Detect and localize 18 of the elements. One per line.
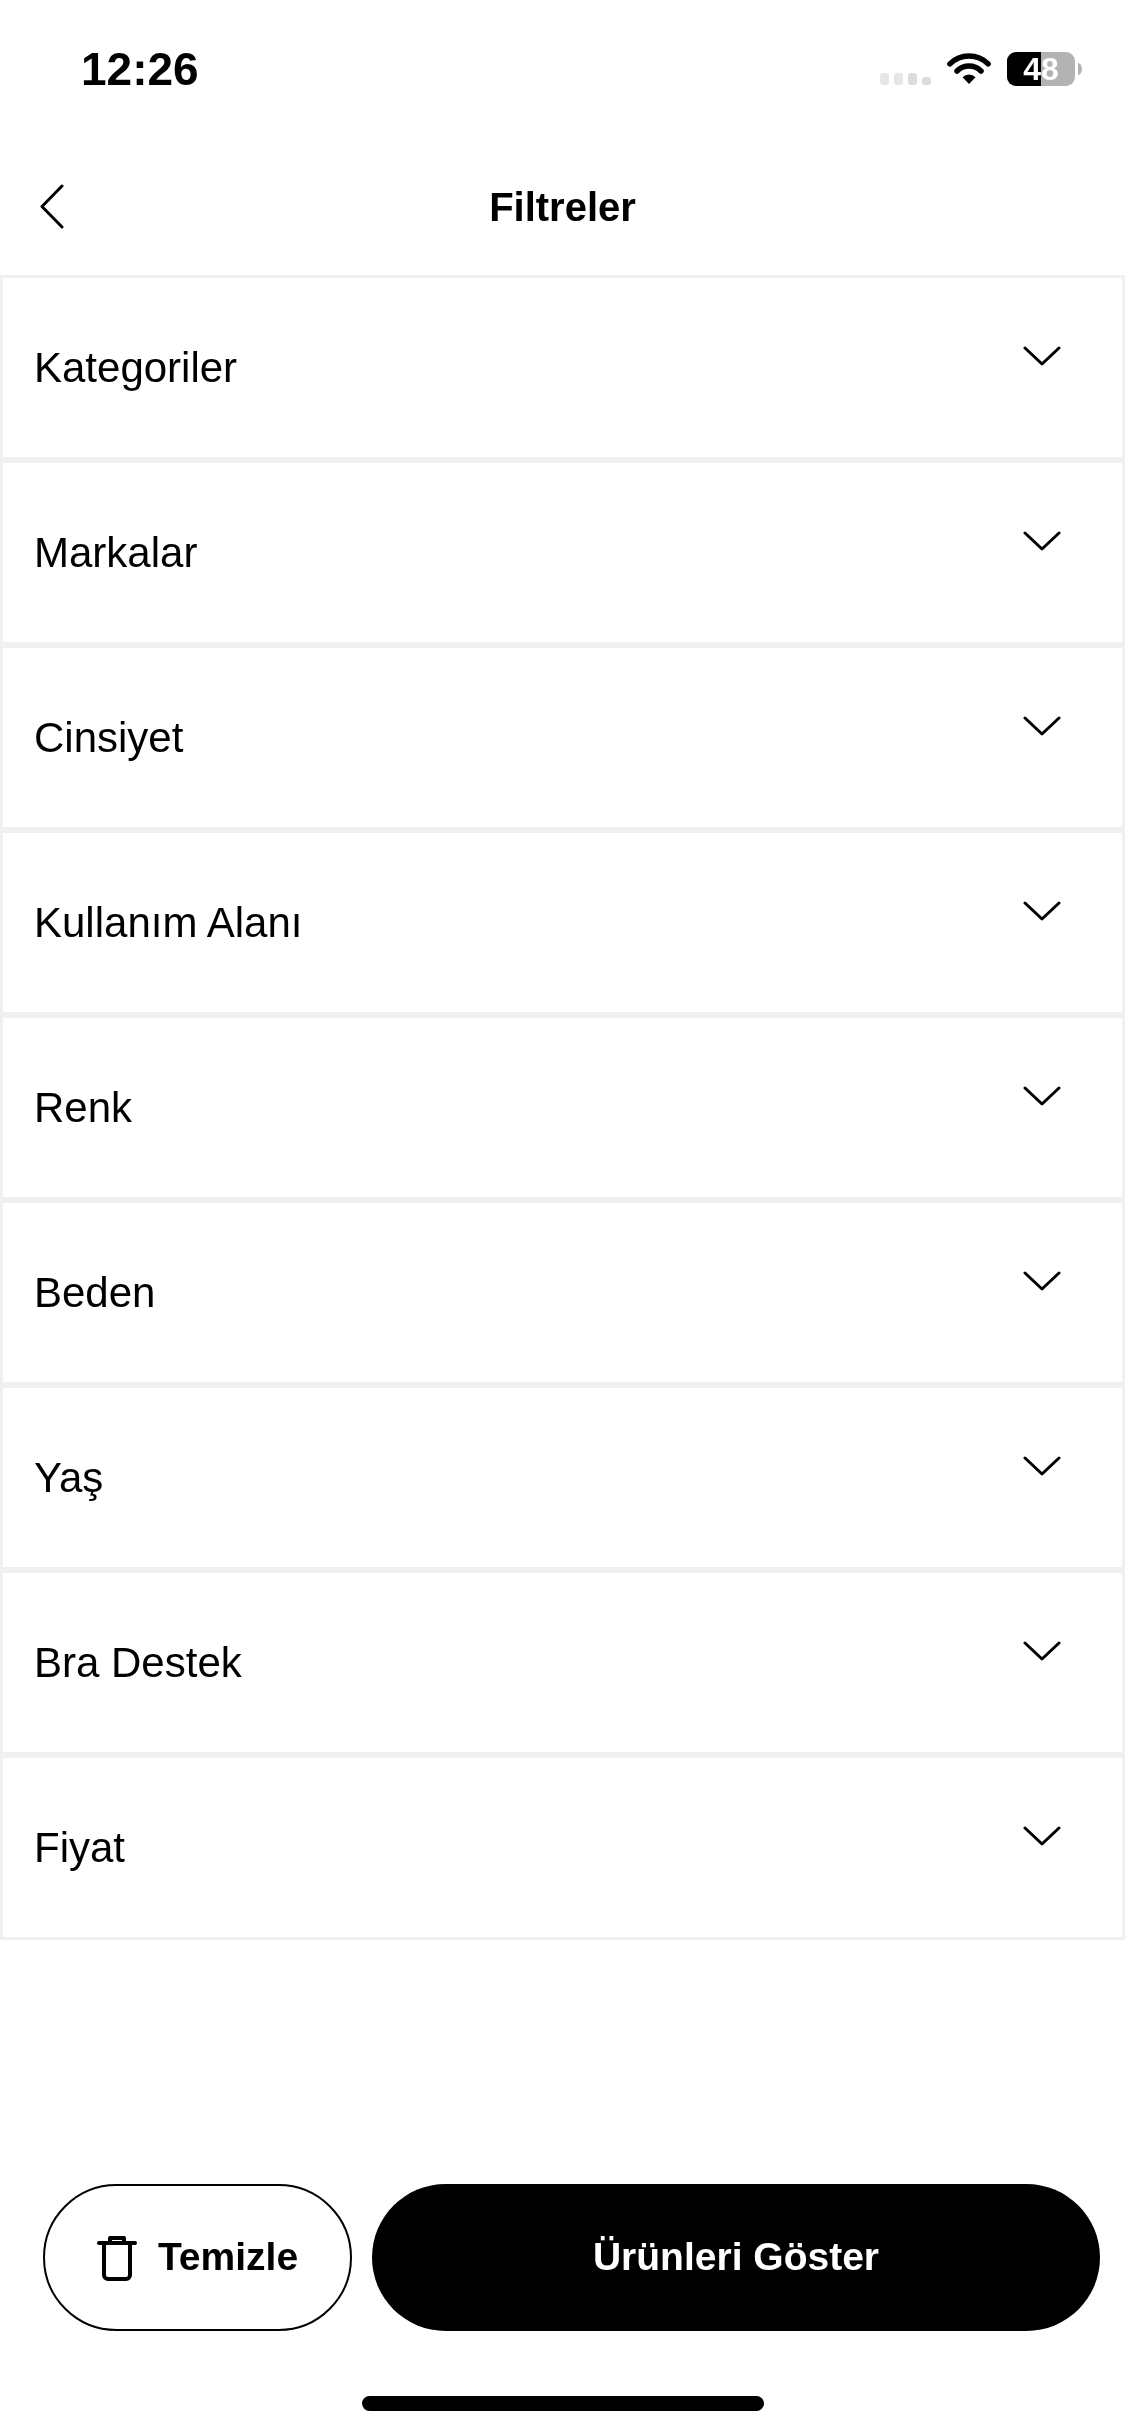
back-button[interactable]: [39, 184, 65, 229]
filter-row[interactable]: Bra Destek: [0, 1570, 1125, 1755]
filter-row[interactable]: Kategoriler: [0, 275, 1125, 460]
wifi-icon: [946, 52, 992, 85]
status-time: 12:26: [81, 46, 199, 92]
show-products-button[interactable]: Ürünleri Göster: [372, 2184, 1100, 2331]
filter-row[interactable]: Kullanım Alanı: [0, 830, 1125, 1015]
filter-row[interactable]: Beden: [0, 1200, 1125, 1385]
filter-row[interactable]: Renk: [0, 1015, 1125, 1200]
filter-row[interactable]: Fiyat: [0, 1755, 1125, 1940]
back-icon: [39, 184, 65, 229]
clear-button[interactable]: Temizle: [43, 2184, 352, 2331]
filter-row[interactable]: Yaş: [0, 1385, 1125, 1570]
filter-row[interactable]: Markalar: [0, 460, 1125, 645]
trash-icon: [96, 2234, 137, 2281]
page-title: Filtreler: [489, 186, 636, 227]
signal-icon: [880, 72, 931, 85]
filter-row[interactable]: Cinsiyet: [0, 645, 1125, 830]
